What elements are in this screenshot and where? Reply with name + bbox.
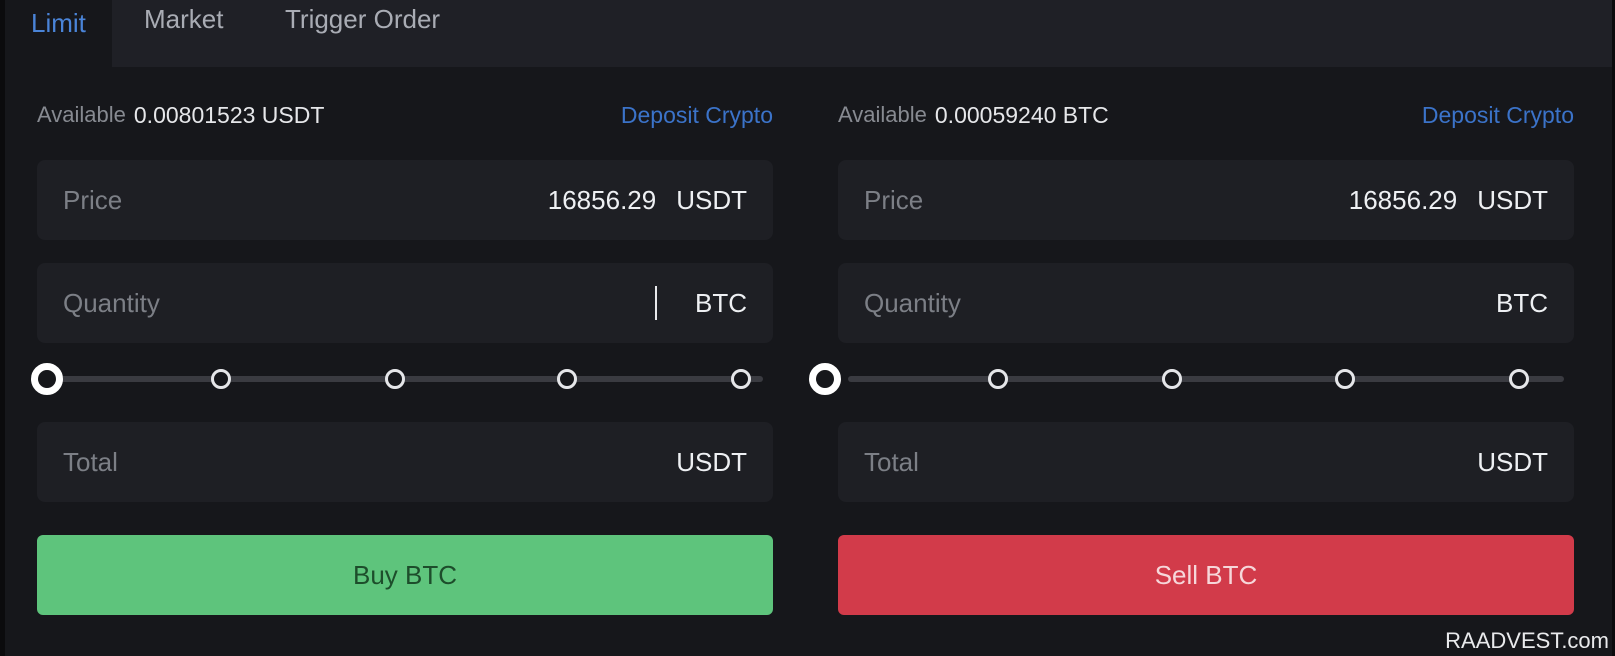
sell-btc-button[interactable]: Sell BTC bbox=[838, 535, 1574, 615]
sell-slider-mark-100[interactable] bbox=[1509, 369, 1529, 389]
buy-slider-mark-25[interactable] bbox=[211, 369, 231, 389]
watermark-text: RAADVEST.com bbox=[1445, 628, 1609, 653]
sell-quantity-unit: BTC bbox=[1496, 287, 1548, 318]
sell-slider-mark-75[interactable] bbox=[1335, 369, 1355, 389]
sell-available-label: Available bbox=[838, 102, 927, 127]
buy-text-caret bbox=[655, 286, 657, 320]
buy-quantity-unit: BTC bbox=[695, 287, 747, 318]
buy-slider-mark-50[interactable] bbox=[385, 369, 405, 389]
sell-quantity-field[interactable]: BTC bbox=[838, 263, 1574, 343]
buy-total-field[interactable]: Total USDT bbox=[37, 422, 773, 502]
buy-quantity-field[interactable]: BTC bbox=[37, 263, 773, 343]
sell-slider-mark-50[interactable] bbox=[1162, 369, 1182, 389]
buy-slider-track[interactable] bbox=[47, 376, 763, 382]
buy-price-value: 16856.29 bbox=[547, 184, 657, 215]
buy-price-field[interactable]: Price 16856.29 USDT bbox=[37, 160, 773, 240]
buy-available-label: Available bbox=[37, 102, 126, 127]
sell-total-label: Total bbox=[864, 446, 919, 477]
buy-price-label: Price bbox=[63, 184, 123, 215]
sell-available-value: 0.00059240 BTC bbox=[934, 101, 1109, 128]
sell-percent-slider[interactable] bbox=[809, 355, 1574, 405]
tab-trigger-order-label: Trigger Order bbox=[285, 4, 441, 34]
sell-deposit-crypto-link[interactable]: Deposit Crypto bbox=[1422, 102, 1574, 129]
sell-price-field[interactable]: Price 16856.29 USDT bbox=[838, 160, 1574, 240]
sell-panel: Available 0.00059240 BTC Deposit Crypto … bbox=[809, 67, 1574, 656]
buy-total-unit: USDT bbox=[676, 446, 747, 477]
sell-quantity-input[interactable] bbox=[864, 287, 1264, 319]
buy-available-value: 0.00801523 USDT bbox=[133, 101, 325, 128]
left-edge bbox=[0, 0, 5, 656]
sell-slider-thumb[interactable] bbox=[809, 363, 841, 395]
sell-price-unit: USDT bbox=[1477, 184, 1548, 215]
buy-total-label: Total bbox=[63, 446, 118, 477]
buy-quantity-input[interactable] bbox=[63, 287, 463, 319]
tab-limit-label: Limit bbox=[31, 8, 86, 38]
buy-slider-mark-75[interactable] bbox=[557, 369, 577, 389]
buy-deposit-crypto-link[interactable]: Deposit Crypto bbox=[621, 102, 773, 129]
tab-market-label: Market bbox=[144, 4, 224, 34]
buy-price-unit: USDT bbox=[676, 184, 747, 215]
sell-price-value: 16856.29 bbox=[1348, 184, 1458, 215]
sell-available-row: Available 0.00059240 BTC Deposit Crypto bbox=[838, 97, 1574, 133]
sell-slider-mark-25[interactable] bbox=[988, 369, 1008, 389]
sell-price-label: Price bbox=[864, 184, 924, 215]
tab-limit[interactable]: Limit bbox=[5, 0, 112, 67]
buy-panel: Available 0.00801523 USDT Deposit Crypto… bbox=[31, 67, 773, 656]
trade-form: Limit Market Trigger Order Available 0.0… bbox=[0, 0, 1615, 656]
sell-slider-track[interactable] bbox=[848, 376, 1564, 382]
buy-available-row: Available 0.00801523 USDT Deposit Crypto bbox=[37, 97, 773, 133]
tab-market[interactable]: Market bbox=[144, 0, 223, 67]
sell-total-field[interactable]: Total USDT bbox=[838, 422, 1574, 502]
order-type-tabbar: Limit Market Trigger Order bbox=[5, 0, 1612, 67]
sell-total-unit: USDT bbox=[1477, 446, 1548, 477]
buy-slider-thumb[interactable] bbox=[31, 363, 63, 395]
buy-percent-slider[interactable] bbox=[31, 355, 773, 405]
buy-btc-button[interactable]: Buy BTC bbox=[37, 535, 773, 615]
tab-trigger-order[interactable]: Trigger Order bbox=[285, 0, 440, 67]
buy-slider-mark-100[interactable] bbox=[731, 369, 751, 389]
